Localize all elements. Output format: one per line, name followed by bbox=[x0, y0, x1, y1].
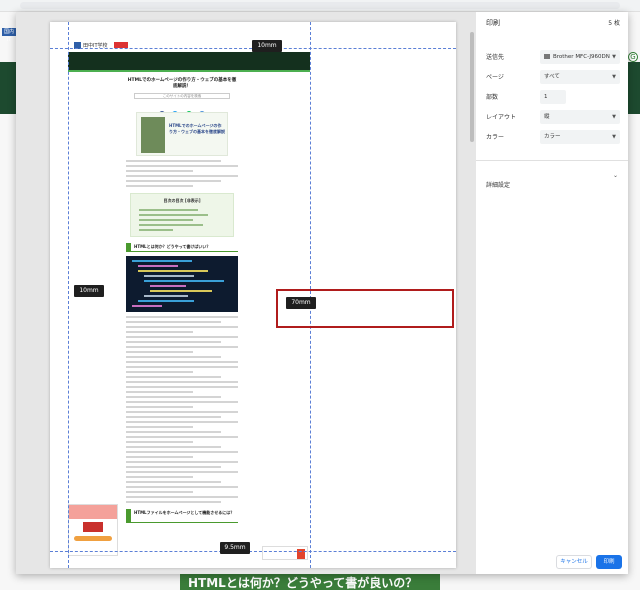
hero-photo bbox=[141, 117, 165, 153]
toc-title: 目次の目次 [非表示] bbox=[163, 198, 201, 203]
underlying-site-logo: 国内IT bbox=[2, 28, 16, 43]
destination-value: Brother MFC-J960DN bbox=[553, 54, 610, 60]
chevron-down-icon: ▼ bbox=[612, 54, 616, 60]
destination-row: 送信先 Brother MFC-J960DN ▼ bbox=[486, 50, 620, 64]
layout-label: レイアウト bbox=[486, 114, 517, 121]
preview-left-advert bbox=[68, 504, 118, 556]
print-dialog-title: 印刷 bbox=[486, 19, 500, 27]
print-settings-panel: 印刷 5 枚 送信先 Brother MFC-J960DN ▼ ページ すべて … bbox=[476, 12, 628, 574]
copies-input[interactable]: 1 bbox=[540, 90, 566, 104]
pages-select[interactable]: すべて ▼ bbox=[540, 70, 620, 84]
preview-section-heading-1: HTMLとは何か？どうやって書けばいい？ bbox=[126, 243, 238, 252]
underlying-section-heading: HTMLとは何か？どうやって書が良いの？ bbox=[180, 574, 440, 590]
pages-value: すべて bbox=[544, 74, 560, 80]
left-margin-guide[interactable] bbox=[68, 22, 69, 568]
preview-code-image bbox=[126, 256, 238, 312]
sheet-count: 5 枚 bbox=[608, 20, 620, 27]
printer-icon bbox=[544, 54, 550, 59]
copies-row: 部数 1 bbox=[486, 90, 620, 104]
layout-row: レイアウト 縦 ▼ bbox=[486, 110, 620, 124]
chevron-down-icon: ⌄ bbox=[612, 172, 618, 179]
color-select[interactable]: カラー ▼ bbox=[540, 130, 620, 144]
preview-body-text bbox=[126, 316, 238, 503]
bottom-margin-guide[interactable] bbox=[50, 551, 456, 552]
destination-select[interactable]: Brother MFC-J960DN ▼ bbox=[540, 50, 620, 64]
preview-search-box: このサイトの内容を検索 bbox=[134, 93, 230, 99]
bottom-margin-label: 9.5mm bbox=[220, 542, 250, 554]
preview-banner-divider bbox=[68, 70, 310, 72]
underlying-search-icon: G bbox=[628, 52, 638, 62]
chevron-down-icon: ▼ bbox=[612, 114, 616, 120]
preview-right-advert bbox=[262, 546, 308, 560]
left-margin-label: 10mm bbox=[74, 285, 104, 297]
layout-value: 縦 bbox=[544, 114, 550, 120]
panel-divider bbox=[476, 160, 628, 161]
destination-label: 送信先 bbox=[486, 54, 505, 61]
browser-toolbar bbox=[0, 0, 640, 12]
preview-banner bbox=[68, 52, 310, 70]
preview-hero-image: HTMLでのホームページの作り方・ウェブの基本を徹底解説 bbox=[136, 112, 228, 156]
color-label: カラー bbox=[486, 134, 505, 141]
print-preview-area: 田中IT学校 HTMLでのホームページの作り方・ウェブの基本を徹底解説！ このサ… bbox=[16, 12, 476, 574]
preview-article: HTMLでのホームページの作り方・ウェブの基本を徹底解説！ このサイトの内容を検… bbox=[126, 78, 238, 523]
preview-article-title: HTMLでのホームページの作り方・ウェブの基本を徹底解説！ bbox=[127, 78, 237, 89]
pages-label: ページ bbox=[486, 74, 504, 81]
copies-label: 部数 bbox=[486, 94, 499, 101]
preview-scrollbar[interactable] bbox=[470, 32, 474, 142]
layout-select[interactable]: 縦 ▼ bbox=[540, 110, 620, 124]
chevron-down-icon: ▼ bbox=[612, 74, 616, 80]
pages-row: ページ すべて ▼ bbox=[486, 70, 620, 84]
preview-social-icons bbox=[126, 102, 238, 117]
print-dialog: 田中IT学校 HTMLでのホームページの作り方・ウェブの基本を徹底解説！ このサ… bbox=[16, 12, 628, 574]
print-button[interactable]: 印刷 bbox=[596, 555, 622, 569]
preview-table-of-contents: 目次の目次 [非表示] bbox=[130, 193, 234, 237]
preview-section-heading-2: HTMLファイルをホームページとして機能させるには？ bbox=[126, 509, 238, 523]
address-bar[interactable] bbox=[20, 2, 620, 9]
color-row: カラー カラー ▼ bbox=[486, 130, 620, 144]
hero-caption: HTMLでのホームページの作り方・ウェブの基本を徹底解説 bbox=[169, 123, 225, 134]
preview-intro-text bbox=[126, 160, 238, 187]
more-settings-label: 詳細設定 bbox=[486, 182, 511, 189]
chevron-down-icon: ▼ bbox=[612, 134, 616, 140]
top-margin-label: 10mm bbox=[252, 40, 282, 52]
cancel-button[interactable]: キャンセル bbox=[556, 555, 592, 569]
color-value: カラー bbox=[544, 134, 561, 140]
right-margin-highlight bbox=[276, 289, 454, 328]
more-settings-toggle[interactable]: 詳細設定 ⌄ bbox=[486, 172, 620, 189]
